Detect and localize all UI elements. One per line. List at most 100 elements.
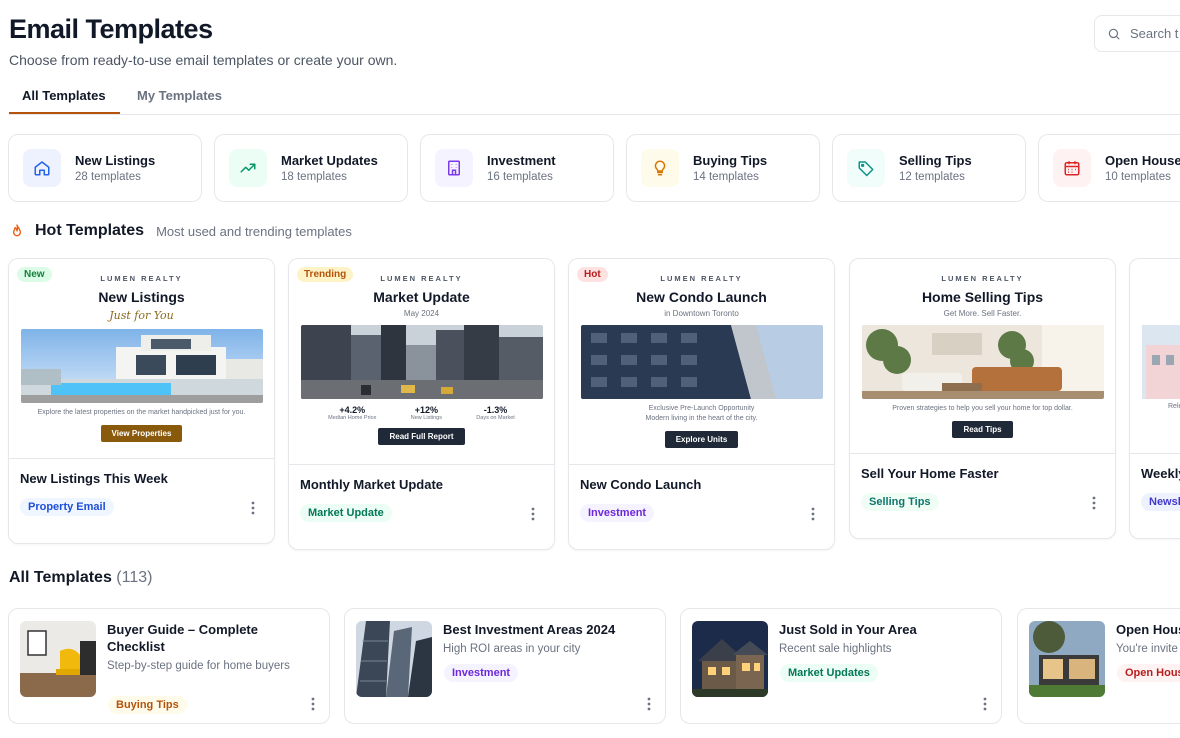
template-list-card[interactable]: Just Sold in Your Area Recent sale highl… — [680, 608, 1002, 724]
category-name: Buying Tips — [693, 153, 768, 168]
preview-title: Market Update — [373, 289, 470, 305]
category-count: 12 templates — [899, 171, 965, 183]
more-options-icon[interactable] — [531, 507, 535, 521]
badge-hot: Hot — [577, 267, 608, 282]
hot-template-card[interactable]: New LUMEN REALTY New Listings Just for Y… — [8, 258, 275, 544]
category-investment[interactable]: Investment 16 templates — [420, 134, 614, 202]
category-name: New Listings — [75, 153, 156, 168]
preview-title: New Listings — [98, 289, 185, 305]
template-title: New Listings This Week — [20, 471, 168, 486]
preview-subtitle: Get More. Sell Faster. — [943, 309, 1022, 318]
active-tab-indicator — [9, 112, 120, 114]
category-market-updates[interactable]: Market Updates 18 templates — [214, 134, 408, 202]
thumbnail-open-house — [1029, 621, 1105, 697]
card-footer: Weekly Newsl — [1130, 454, 1180, 538]
template-description: You're invite — [1116, 643, 1178, 655]
template-title: Monthly Market Update — [300, 477, 444, 492]
lightbulb-icon — [641, 149, 679, 187]
preview-script: Just for You — [109, 309, 174, 322]
template-list-card[interactable]: Best Investment Areas 2024 High ROI area… — [344, 608, 666, 724]
more-options-icon[interactable] — [811, 507, 815, 521]
preview-title: New Condo Launch — [636, 289, 767, 305]
preview-description: Proven strategies to help you sell your … — [892, 405, 1073, 412]
template-title: Sell Your Home Faster — [861, 466, 999, 481]
thumbnail-yellow-chair — [20, 621, 96, 697]
tab-my-templates[interactable]: My Templates — [137, 88, 222, 103]
template-list-card[interactable]: Open Hous You're invite Open Hous — [1017, 608, 1180, 724]
tab-bar: All Templates My Templates — [9, 78, 1180, 115]
hot-template-card[interactable]: Hot LUMEN REALTY New Condo Launch in Dow… — [568, 258, 835, 550]
hot-templates-header: Hot Templates Most used and trending tem… — [9, 222, 352, 240]
template-tag: Investment — [580, 504, 655, 522]
template-description: High ROI areas in your city — [443, 643, 581, 655]
template-title: Just Sold in Your Area — [779, 622, 917, 637]
all-templates-header: All Templates (113) — [9, 569, 152, 587]
tab-all-templates[interactable]: All Templates — [22, 88, 106, 103]
template-tag: Newsl — [1141, 493, 1180, 511]
search-input[interactable]: Search t — [1094, 15, 1180, 52]
preview-title: Home Selling Tips — [921, 289, 1044, 305]
preview-description: Rele — [1168, 403, 1180, 410]
category-name: Investment — [487, 153, 556, 168]
trending-up-icon — [229, 149, 267, 187]
template-tag: Property Email — [20, 498, 114, 516]
email-preview: LUMEN REALTY Home Selling Tips Get More.… — [850, 259, 1115, 454]
email-preview: Hot LUMEN REALTY New Condo Launch in Dow… — [569, 259, 834, 465]
category-open-house[interactable]: Open House 10 templates — [1038, 134, 1180, 202]
category-selling-tips[interactable]: Selling Tips 12 templates — [832, 134, 1026, 202]
preview-cta-button: Read Tips — [952, 421, 1013, 438]
preview-description: Exclusive Pre-Launch Opportunity Modern l… — [645, 405, 758, 422]
search-placeholder: Search t — [1130, 26, 1179, 41]
stat-median-price: +4.2% Median Home Price — [328, 405, 377, 421]
stat-days-on-market: -1.3% Days on Market — [476, 405, 515, 421]
hot-template-card[interactable]: LUMEN REALTY Home Selling Tips Get More.… — [849, 258, 1116, 539]
hot-template-card[interactable]: Trending LUMEN REALTY Market Update May … — [288, 258, 555, 550]
page-subtitle: Choose from ready-to-use email templates… — [9, 52, 398, 68]
preview-image-villa — [20, 329, 263, 403]
more-options-icon[interactable] — [647, 697, 651, 711]
category-count: 10 templates — [1105, 171, 1171, 183]
preview-brand: LUMEN REALTY — [941, 274, 1024, 283]
preview-description: Explore the latest properties on the mar… — [37, 409, 246, 416]
template-tag: Market Update — [300, 504, 392, 522]
badge-trending: Trending — [297, 267, 354, 282]
flame-icon — [13, 224, 21, 237]
template-title: Weekly — [1141, 466, 1180, 481]
building-icon — [435, 149, 473, 187]
more-options-icon[interactable] — [311, 697, 315, 711]
category-name: Market Updates — [281, 153, 378, 168]
category-count: 28 templates — [75, 171, 141, 183]
template-tag: Selling Tips — [861, 493, 939, 511]
more-options-icon[interactable] — [1092, 496, 1096, 510]
template-title: Buyer Guide – Complete Checklist — [107, 622, 258, 654]
section-subtitle: Most used and trending templates — [156, 223, 352, 239]
template-description: Recent sale highlights — [779, 643, 892, 655]
badge-new: New — [17, 267, 52, 282]
template-description: Step-by-step guide for home buyers — [107, 660, 290, 672]
home-icon — [23, 149, 61, 187]
section-title: All Templates — [9, 569, 112, 586]
email-preview: Trending LUMEN REALTY Market Update May … — [289, 259, 554, 465]
section-title: Hot Templates — [35, 222, 145, 239]
template-tag: Market Updates — [780, 664, 878, 682]
category-buying-tips[interactable]: Buying Tips 14 templates — [626, 134, 820, 202]
preview-cta-button: Read Full Report — [378, 428, 465, 445]
template-tag: Buying Tips — [108, 696, 187, 714]
more-options-icon[interactable] — [251, 501, 255, 515]
template-list-card[interactable]: Buyer Guide – Complete Checklist Step-by… — [8, 608, 330, 724]
preview-stats: +4.2% Median Home Price +12% New Listings … — [311, 405, 532, 421]
card-footer: New Listings This Week Property Email — [9, 459, 274, 543]
preview-brand: LUMEN REALTY — [660, 274, 743, 283]
category-new-listings[interactable]: New Listings 28 templates — [8, 134, 202, 202]
email-preview: Rele — [1130, 259, 1180, 454]
preview-image-condo-tower — [580, 325, 823, 399]
more-options-icon[interactable] — [983, 697, 987, 711]
hot-template-card[interactable]: Rele Weekly Newsl — [1129, 258, 1180, 539]
tag-icon — [847, 149, 885, 187]
thumbnail-skyscrapers — [356, 621, 432, 697]
calendar-icon — [1053, 149, 1091, 187]
preview-image-pink-house — [1142, 325, 1180, 399]
email-preview: New LUMEN REALTY New Listings Just for Y… — [9, 259, 274, 459]
template-tag: Open Hous — [1117, 664, 1180, 682]
preview-image-city-street — [300, 325, 543, 399]
